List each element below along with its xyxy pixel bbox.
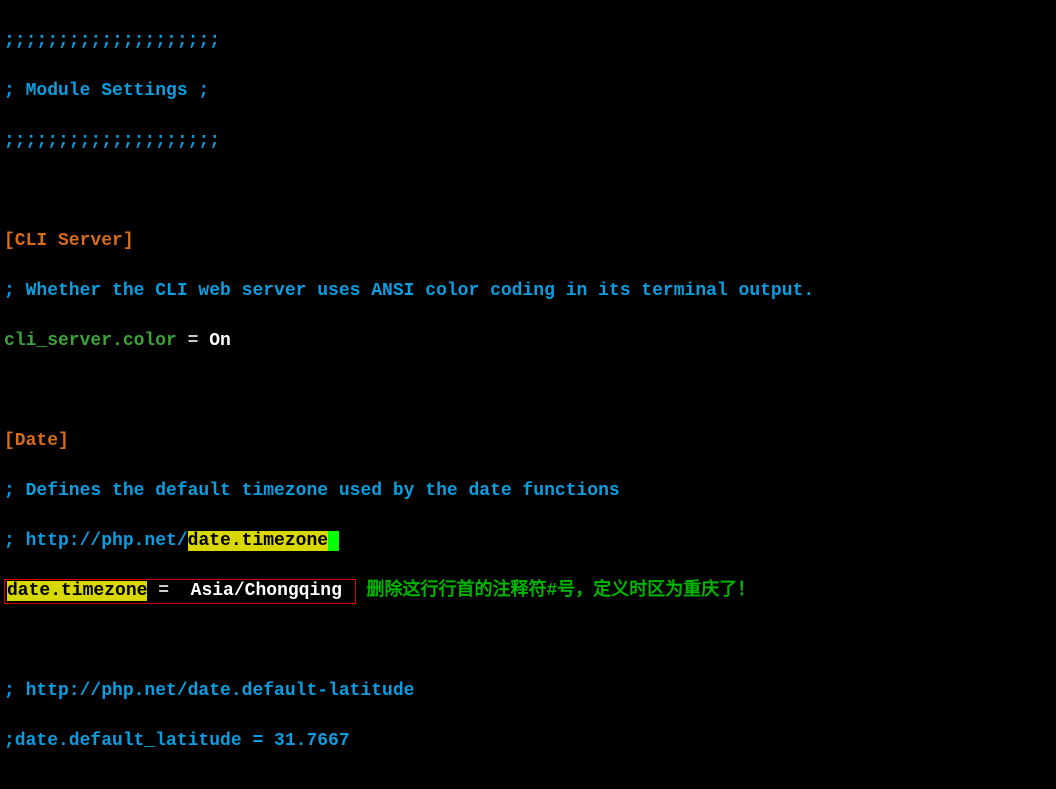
config-value: Asia/Chongqing	[191, 581, 353, 601]
equals: =	[147, 581, 190, 601]
equals: =	[177, 331, 209, 351]
search-highlight: date.timezone	[188, 531, 328, 551]
section-date: [Date]	[4, 429, 1056, 454]
annotation-box: date.timezone = Asia/Chongqing	[4, 579, 356, 604]
blank-line	[4, 629, 1056, 654]
config-value: On	[209, 331, 231, 351]
comment-text: ; http://php.net/	[4, 531, 188, 551]
config-key: cli_server.color	[4, 331, 177, 351]
comment-url-line: ; http://php.net/date.default-latitude	[4, 679, 1056, 704]
comment-url-line: ; http://php.net/date.timezone	[4, 529, 1056, 554]
config-line-cli-color: cli_server.color = On	[4, 329, 1056, 354]
comment-line: ; Module Settings ;	[4, 79, 1056, 104]
comment-line: ;;;;;;;;;;;;;;;;;;;;	[4, 129, 1056, 154]
search-highlight: date.timezone	[7, 581, 147, 601]
comment-line: ;date.default_latitude = 31.7667	[4, 729, 1056, 754]
blank-line	[4, 379, 1056, 404]
annotation-text: 删除这行行首的注释符#号，定义时区为重庆了！	[356, 581, 756, 601]
comment-line: ;;;;;;;;;;;;;;;;;;;;	[4, 29, 1056, 54]
comment-line: ; Whether the CLI web server uses ANSI c…	[4, 279, 1056, 304]
blank-line	[4, 779, 1056, 789]
blank-line	[4, 179, 1056, 204]
section-cli: [CLI Server]	[4, 229, 1056, 254]
cursor	[328, 531, 339, 551]
config-line-timezone: date.timezone = Asia/Chongqing 删除这行行首的注释…	[4, 579, 1056, 604]
vim-editor[interactable]: ;;;;;;;;;;;;;;;;;;;; ; Module Settings ;…	[0, 0, 1056, 789]
comment-line: ; Defines the default timezone used by t…	[4, 479, 1056, 504]
